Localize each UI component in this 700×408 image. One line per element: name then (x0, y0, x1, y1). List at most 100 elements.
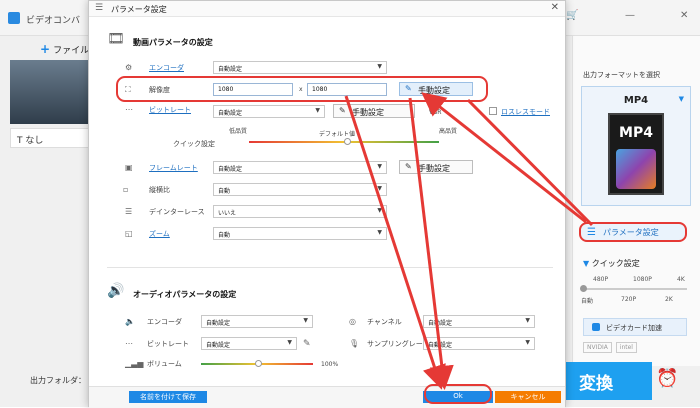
format-selector[interactable]: MP4 ▼ MP4 (581, 86, 691, 206)
close-app-icon[interactable]: ✕ (680, 10, 688, 21)
quality-high-label: 高品質 (439, 128, 458, 135)
audio-bitrate-select[interactable]: 自動設定 ▼ (201, 337, 297, 350)
aspect-ratio-select[interactable]: 自動 ▼ (213, 183, 387, 196)
sliders-icon: ☰ (587, 227, 596, 238)
chevron-down-icon: ▼ (377, 63, 382, 70)
bitrate-icon: ⋯ (125, 105, 133, 114)
gpu-vendors: NVIDIA intel (583, 342, 639, 353)
deinterlace-icon: ☰ (125, 207, 133, 216)
app-logo-icon (8, 12, 20, 24)
audio-encoder-icon: 🔈 (125, 317, 135, 326)
samplerate-label: サンプリングレート (367, 340, 430, 348)
gpu-icon (592, 323, 600, 331)
aspect-ratio-label: 縦横比 (149, 186, 170, 194)
audio-bitrate-icon: ⋯ (125, 339, 133, 348)
section-divider (107, 267, 553, 268)
output-folder-label: 出力フォルダ： (30, 376, 86, 385)
settings-icon: ☰ (95, 3, 104, 13)
parameter-settings-button[interactable]: ☰ パラメータ設定 (579, 222, 687, 242)
volume-icon: ▁▃▅ (125, 359, 144, 368)
bitrate-manual-button[interactable]: ✎ 手動設定 (333, 104, 415, 118)
encoder-icon: ⚙ (125, 63, 133, 72)
zoom-icon: ◱ (125, 229, 133, 238)
ok-highlight (424, 384, 492, 404)
lossless-checkbox[interactable] (489, 107, 497, 115)
close-icon[interactable]: ✕ (551, 2, 559, 13)
zoom-select[interactable]: 自動 ▼ (213, 227, 387, 240)
zoom-label: ズーム (149, 230, 170, 238)
resolution-highlight (116, 76, 488, 102)
gpu-acceleration-toggle[interactable]: ビデオカード加速 (583, 318, 687, 336)
audio-settings-icon: 🔊 (107, 283, 125, 299)
audio-section-title: オーディオパラメータの設定 (133, 290, 237, 299)
subtitle-select[interactable]: T なし (10, 128, 92, 148)
alarm-clock-icon[interactable]: ⏰ (656, 368, 678, 389)
vbr-label: VBR (429, 109, 442, 116)
encoder-label: エンコーダ (149, 64, 184, 72)
aspect-ratio-icon: ▫ (123, 185, 129, 194)
mp4-format-icon: MP4 (608, 113, 664, 195)
deinterlace-label: デインターレース (149, 208, 205, 216)
quality-slider-knob[interactable] (344, 138, 351, 145)
bitrate-select[interactable]: 自動設定 ▼ (213, 105, 325, 118)
dialog-title: パラメータ設定 (111, 5, 167, 14)
minimize-icon[interactable]: — (625, 10, 635, 21)
chevron-down-icon: ▼ (377, 185, 382, 192)
quality-low-label: 低品質 (229, 128, 248, 135)
video-settings-icon: 🎞 (107, 31, 125, 47)
chevron-down-icon: ▼ (303, 317, 308, 324)
pencil-icon[interactable]: ✎ (303, 339, 311, 349)
chevron-down-icon: ▼ (377, 229, 382, 236)
plus-icon: + (40, 42, 51, 56)
mp4-art (616, 149, 656, 189)
audio-bitrate-label: ビットレート (147, 340, 189, 348)
dropdown-arrow-icon: ▼ (678, 95, 684, 103)
chevron-down-icon: ▼ (525, 317, 530, 324)
microphone-icon: 🎙 (349, 339, 360, 348)
parameter-settings-dialog: ☰ パラメータ設定 ✕ 🎞 動画パラメータの設定 ⚙ エンコーダ 自動設定 ▼ ⛶… (88, 0, 566, 408)
pencil-icon: ✎ (405, 162, 412, 171)
slider-knob[interactable] (580, 285, 587, 292)
framerate-select[interactable]: 自動設定 ▼ (213, 161, 387, 174)
framerate-label: フレームレート (149, 164, 198, 172)
quality-default-label: デフォルト値 (319, 131, 356, 138)
quick-settings-slider[interactable] (580, 285, 687, 292)
chevron-down-icon: ▼ (377, 163, 382, 170)
dialog-titlebar: ☰ パラメータ設定 ✕ (89, 1, 565, 17)
video-section-title: 動画パラメータの設定 (133, 38, 213, 47)
framerate-manual-button[interactable]: ✎ 手動設定 (399, 160, 473, 174)
volume-slider-knob[interactable] (255, 360, 262, 367)
deinterlace-select[interactable]: いいえ ▼ (213, 205, 387, 218)
format-name: MP4 (623, 95, 649, 106)
bitrate-label: ビットレート (149, 106, 191, 114)
app-title: ビデオコンバ (26, 16, 81, 26)
encoder-select[interactable]: 自動設定 ▼ (213, 61, 387, 74)
audio-encoder-label: エンコーダ (147, 318, 182, 326)
quick-settings-label: クイック設定 (173, 140, 215, 148)
channel-select[interactable]: 自動設定 ▼ (423, 315, 535, 328)
chevron-down-icon: ▼ (377, 207, 382, 214)
nvidia-badge: NVIDIA (583, 342, 612, 353)
audio-encoder-select[interactable]: 自動設定 ▼ (201, 315, 313, 328)
chevron-down-icon: ▼ (287, 339, 292, 346)
chevron-down-icon: ▼ (525, 339, 530, 346)
add-file-button[interactable]: + ファイル (40, 42, 89, 56)
format-label: 出力フォーマットを選択 (583, 71, 660, 79)
pencil-icon: ✎ (339, 106, 346, 115)
lossless-label: ロスレスモード (501, 108, 550, 116)
save-as-button[interactable]: 名前を付けて保存 (129, 391, 207, 403)
volume-label: ボリューム (147, 360, 182, 368)
chevron-down-icon: ▼ (315, 107, 320, 114)
samplerate-select[interactable]: 自動設定 ▼ (423, 337, 535, 350)
channel-icon: ◎ (349, 317, 356, 326)
quick-settings-icon: ▼ (583, 259, 592, 268)
quick-settings-label: ▼ クイック設定 (583, 259, 640, 268)
volume-value: 100% (321, 361, 339, 368)
intel-badge: intel (615, 342, 637, 353)
video-thumbnail (10, 60, 92, 124)
channel-label: チャンネル (367, 318, 402, 326)
cart-icon[interactable]: 🛒 (566, 10, 578, 21)
right-panel: 出力フォーマットを選択 MP4 ▼ MP4 ☰ パラメータ設定 ▼ クイック設定… (572, 36, 700, 366)
framerate-icon: ▣ (125, 163, 133, 172)
cancel-button[interactable]: キャンセル (495, 391, 561, 403)
